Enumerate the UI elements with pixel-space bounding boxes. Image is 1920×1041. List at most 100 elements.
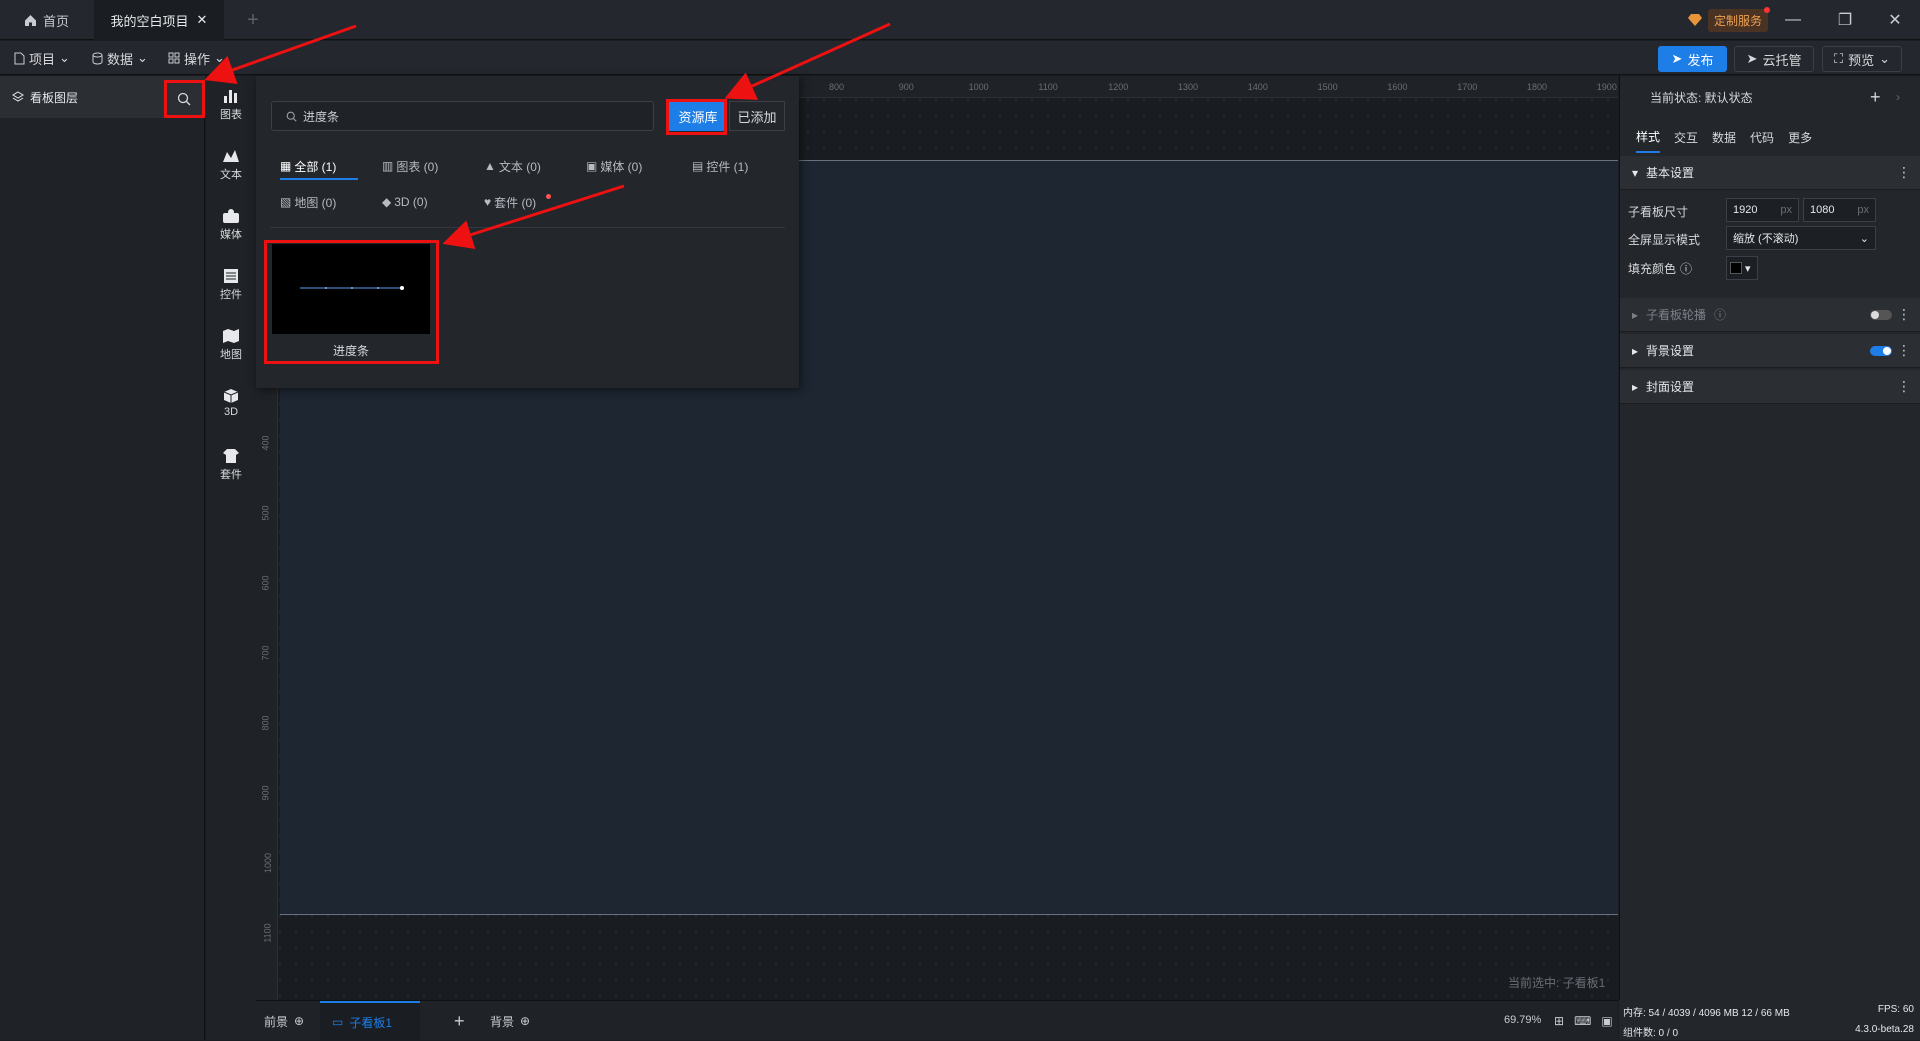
restore-icon[interactable]: ❐ [1822,0,1868,40]
fit-screen-icon[interactable]: ⊞ [1554,1014,1564,1028]
section-basic[interactable]: ▾ 基本设置 ⋮ [1620,156,1920,190]
chevron-down-icon[interactable]: ⌄ [1879,51,1890,67]
asset-name: 进度条 [332,344,369,358]
add-state-icon[interactable]: + [1870,87,1881,108]
properties-panel: 当前状态: 默认状态 + › 样式 交互 数据 代码 更多 ▾ 基本设置 ⋮ 子… [1619,76,1920,1000]
publish-button[interactable]: ➤ 发布 [1658,46,1727,72]
more-icon[interactable]: ⋮ [1897,378,1911,395]
tab-code[interactable]: 代码 [1750,129,1774,146]
zoom-level[interactable]: 69.79% [1504,1014,1541,1026]
fill-color-row: 填充颜色 ⓘ [1620,255,1920,281]
toolbar: 项目 ⌄ 数据 ⌄ 操作 ⌄ ➤ 发布 ➤ 云托管 ⛶ 预览 ⌄ [0,41,1920,75]
width-input[interactable]: 1920 px [1726,198,1799,222]
fill-color-picker[interactable]: ▾ [1726,256,1758,280]
menu-operate-label: 操作 [184,51,211,67]
filter-label: 地图 (0) [294,195,337,210]
add-circle-icon[interactable]: ⊕ [520,1014,530,1028]
close-window-icon[interactable]: ✕ [1872,0,1918,40]
tab-data[interactable]: 数据 [1712,129,1736,146]
foreground-tab[interactable]: 前景 ⊕ [264,1001,304,1041]
cloud-host-button[interactable]: ➤ 云托管 [1734,46,1814,72]
add-board-button[interactable]: + [454,1001,465,1041]
category-text[interactable]: 文本 [206,148,256,182]
filter-kit[interactable]: ♥ 套件 (0) [484,192,551,212]
filter-text[interactable]: ▲ 文本 (0) [484,156,541,176]
database-icon [92,52,103,65]
menu-operate[interactable]: 操作 ⌄ [168,46,225,70]
section-cover[interactable]: ▸ 封面设置 ⋮ [1620,370,1920,404]
ruler-tick-label: 800 [260,715,271,731]
filter-3d[interactable]: ◆ 3D (0) [382,192,428,212]
more-icon[interactable]: ⋮ [1897,164,1911,181]
state-row: 当前状态: 默认状态 + › [1620,86,1920,108]
chevron-down-icon: ⌄ [137,50,148,65]
background-toggle[interactable] [1870,346,1892,356]
menu-data[interactable]: 数据 ⌄ [92,46,148,70]
category-label: 图表 [220,109,242,121]
height-input[interactable]: 1080 px [1803,198,1876,222]
memory-status: 内存: 54 / 4039 / 4096 MB 12 / 66 MB [1623,1008,1790,1019]
cloud-host-label: 云托管 [1762,52,1802,68]
help-icon[interactable]: ⓘ [1714,306,1726,323]
publish-label: 发布 [1687,52,1714,68]
tab-home[interactable]: 首页 [0,0,94,40]
board-tabs-bar: 前景 ⊕ ▭ 子看板1 + 背景 ⊕ ⊞ ⌨ ▣ [256,1000,1618,1041]
ruler-tick-label: 600 [260,575,271,591]
category-chart[interactable]: 图表 [206,88,256,122]
preview-button[interactable]: ⛶ 预览 ⌄ [1822,46,1902,72]
filter-label: 文本 (0) [498,159,541,174]
filter-all[interactable]: ▦ 全部 (1) [280,156,336,176]
section-background[interactable]: ▸ 背景设置 ⋮ [1620,334,1920,368]
tab-style[interactable]: 样式 [1636,122,1661,153]
tab-project-label: 我的空白项目 [110,13,189,29]
fullscreen-select[interactable]: 缩放 (不滚动) ⌄ [1726,226,1876,250]
more-icon[interactable]: ⋮ [1897,342,1911,359]
chevron-right-icon[interactable]: › [1896,90,1900,104]
category-3d[interactable]: 3D [206,388,256,418]
chevron-down-icon: ⌄ [1859,232,1869,245]
category-media[interactable]: 媒体 [206,208,256,242]
ruler-tick-label: 1900 [1596,82,1617,92]
more-icon[interactable]: ⋮ [1897,306,1911,323]
custom-service-label: 定制服务 [1714,13,1763,28]
category-kit[interactable]: 套件 [206,448,256,482]
help-icon[interactable]: ⓘ [1680,260,1692,277]
send-icon: ➤ [1746,51,1758,66]
custom-service[interactable]: 定制服务 [1688,6,1771,32]
filter-map[interactable]: ▧ 地图 (0) [280,192,336,212]
keyboard-icon[interactable]: ⌨ [1574,1014,1591,1028]
custom-service-button[interactable]: 定制服务 [1708,6,1771,32]
ruler-tick-label: 1100 [262,923,273,943]
monitor-icon: ▭ [332,1015,344,1029]
close-icon[interactable]: ✕ [197,12,208,28]
tab-interaction[interactable]: 交互 [1674,129,1698,146]
menu-data-label: 数据 [107,51,134,67]
minimize-icon[interactable]: — [1770,0,1816,40]
menu-project[interactable]: 项目 ⌄ [14,46,70,70]
search-icon [177,92,191,106]
category-control[interactable]: 控件 [206,268,256,302]
add-circle-icon[interactable]: ⊕ [294,1014,304,1028]
asset-card[interactable]: 进度条 [272,244,430,364]
filter-control[interactable]: ▤ 控件 (1) [692,156,748,176]
category-map[interactable]: 地图 [206,328,256,362]
layer-search-button[interactable] [164,80,204,118]
carousel-toggle[interactable] [1870,310,1892,320]
filter-label: 图表 (0) [396,159,439,174]
terminal-icon[interactable]: ▣ [1601,1014,1612,1028]
added-button[interactable]: 已添加 [729,101,785,131]
ruler-tick-label: 1000 [263,852,274,874]
resource-library-button[interactable]: 资源库 [669,101,727,131]
tab-project[interactable]: 我的空白项目 ✕ [94,0,224,40]
filter-media[interactable]: ▣ 媒体 (0) [586,156,642,176]
section-carousel[interactable]: ▸ 子看板轮播 ⓘ ⋮ [1620,298,1920,332]
map-icon: ▧ [280,195,292,209]
background-tab[interactable]: 背景 ⊕ [490,1001,530,1041]
background-label: 背景 [490,1014,515,1029]
file-icon [14,52,25,65]
filter-chart[interactable]: ▥ 图表 (0) [382,156,438,176]
sub-board-tab[interactable]: ▭ 子看板1 [320,1001,420,1041]
resource-search-input[interactable]: 进度条 [271,101,654,131]
tab-more[interactable]: 更多 [1788,129,1812,146]
add-tab-button[interactable]: + [238,0,268,40]
